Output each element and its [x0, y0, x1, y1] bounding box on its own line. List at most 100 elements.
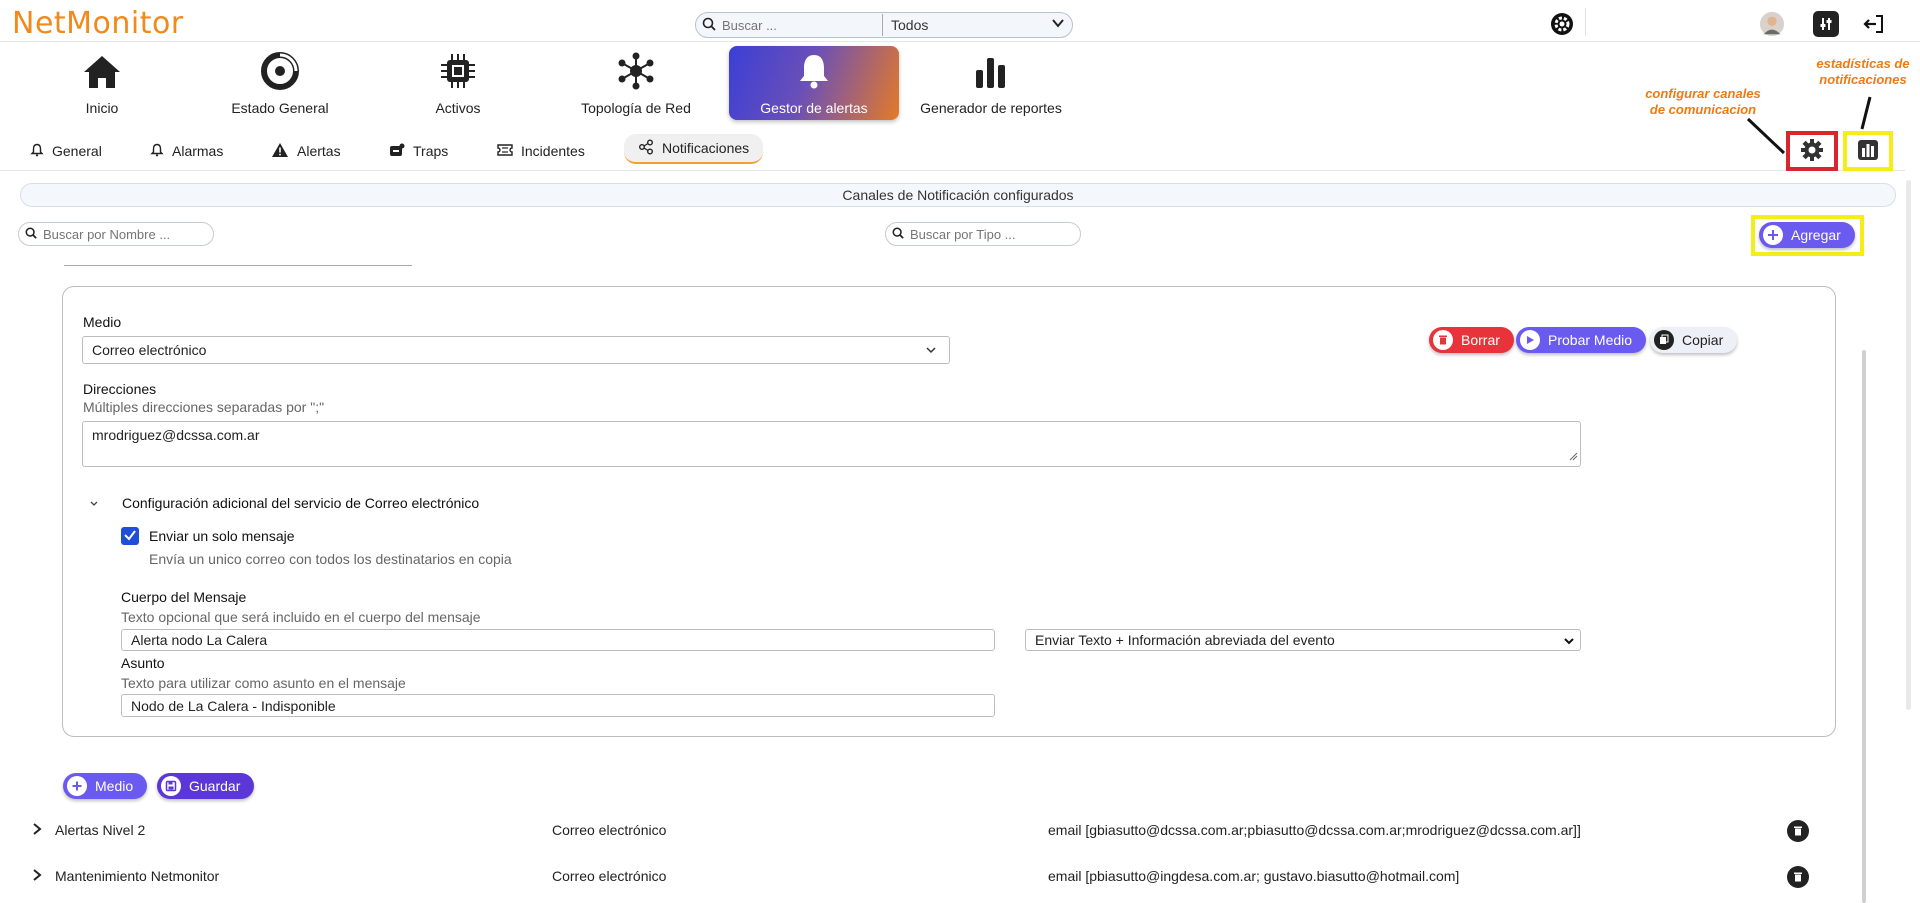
share-icon [638, 139, 654, 158]
channel-target: email [pbiasutto@ingdesa.com.ar; gustavo… [1048, 868, 1460, 884]
notification-stats-button[interactable] [1853, 139, 1883, 163]
trash-icon [1433, 330, 1453, 350]
direcciones-textarea[interactable]: mrodriguez@dcssa.com.ar [82, 421, 1581, 467]
top-bar: NetMonitor Todos [0, 0, 1920, 42]
avatar[interactable] [1759, 11, 1785, 37]
global-search-input[interactable] [722, 17, 882, 33]
nav-label: Inicio [85, 100, 119, 116]
annotation-stats: estadísticas de notificaciones [1816, 56, 1910, 87]
add-label: Agregar [1791, 227, 1841, 243]
single-message-checkbox[interactable] [121, 527, 139, 545]
save-button[interactable]: Guardar [157, 773, 255, 799]
nav-inicio[interactable]: Inicio [17, 46, 187, 120]
bar-chart-icon [906, 46, 1076, 90]
tab-alertas[interactable]: Alertas [271, 140, 341, 162]
chevron-down-icon[interactable] [1050, 15, 1066, 34]
channel-type: Correo electrónico [552, 868, 667, 884]
tab-label: Traps [413, 143, 449, 159]
body-mode-value: Enviar Texto + Información abreviada del… [1035, 632, 1335, 648]
configure-channels-button[interactable] [1797, 138, 1827, 165]
copy-icon [1654, 330, 1674, 350]
tab-label: Notificaciones [662, 140, 750, 156]
nav-label: Activos [435, 100, 481, 116]
network-topology-icon [551, 46, 721, 90]
search-by-name [18, 222, 214, 246]
chevron-right-icon[interactable] [31, 868, 43, 885]
add-medium-button[interactable]: Medio [63, 773, 148, 799]
search-scope-select[interactable]: Todos [882, 14, 1052, 36]
copy-button[interactable]: Copiar [1650, 327, 1738, 353]
table-row[interactable]: Mantenimiento Netmonitor Correo electrón… [0, 864, 1860, 888]
search-icon [19, 227, 43, 242]
bell-outline-icon [150, 143, 164, 160]
single-message-help: Envía un unico correo con todos los dest… [149, 551, 512, 567]
nav-label: Generador de reportes [920, 100, 1062, 116]
tab-notificaciones[interactable]: Notificaciones [624, 134, 764, 164]
trap-icon [389, 143, 405, 160]
trash-icon[interactable] [1787, 820, 1809, 842]
table-row[interactable]: Alertas Nivel 2 Correo electrónico email… [0, 818, 1860, 842]
warning-icon [271, 142, 289, 161]
tab-label: Incidentes [521, 143, 585, 159]
single-message-label: Enviar un solo mensaje [149, 528, 295, 544]
chevron-down-icon[interactable] [88, 498, 100, 513]
nav-activos[interactable]: Activos [373, 46, 543, 120]
body-mode-select[interactable]: Enviar Texto + Información abreviada del… [1025, 629, 1581, 651]
medio-select[interactable]: Correo electrónico [82, 336, 950, 364]
plus-circle-icon [67, 776, 87, 796]
checkmark-icon [123, 528, 137, 545]
nav-generador-reportes[interactable]: Generador de reportes [906, 46, 1076, 120]
tab-label: Alertas [297, 143, 341, 159]
ticket-icon [497, 143, 513, 159]
plus-circle-icon [1763, 225, 1783, 245]
medio-value: Correo electrónico [92, 342, 207, 358]
search-icon [696, 17, 722, 34]
nav-label: Topología de Red [581, 100, 691, 116]
chevron-right-icon[interactable] [31, 822, 43, 839]
trash-icon[interactable] [1787, 866, 1809, 888]
tab-traps[interactable]: Traps [389, 140, 448, 162]
settings-icon[interactable] [1549, 11, 1575, 37]
chevron-down-icon [925, 343, 937, 359]
channel-target: email [gbiasutto@dcssa.com.ar;pbiasutto@… [1048, 822, 1581, 838]
channel-name: Mantenimiento Netmonitor [55, 868, 220, 884]
nav-label: Gestor de alertas [760, 100, 868, 116]
tabs-divider [0, 170, 1905, 171]
test-label: Probar Medio [1548, 332, 1633, 348]
global-search: Todos [695, 12, 1073, 38]
chip-icon [373, 46, 543, 90]
bell-outline-icon [30, 143, 44, 160]
search-by-name-input[interactable] [43, 226, 203, 242]
nav-gestor-alertas[interactable]: Gestor de alertas [729, 46, 899, 120]
tab-general[interactable]: General [30, 140, 102, 162]
channel-name: Alertas Nivel 2 [55, 822, 146, 838]
divider [64, 265, 412, 266]
tab-label: General [52, 143, 102, 159]
tab-incidentes[interactable]: Incidentes [497, 140, 585, 162]
tools-icon[interactable] [1813, 11, 1839, 37]
direcciones-label: Direcciones [83, 381, 157, 397]
page-scrollbar[interactable] [1906, 180, 1911, 710]
body-label: Cuerpo del Mensaje [121, 589, 247, 605]
logout-icon[interactable] [1861, 11, 1887, 37]
search-by-type-input[interactable] [910, 226, 1070, 242]
nav-topologia[interactable]: Topología de Red [551, 46, 721, 120]
section-title: Canales de Notificación configurados [20, 183, 1896, 207]
tab-alarmas[interactable]: Alarmas [150, 140, 223, 162]
copy-label: Copiar [1682, 332, 1724, 348]
app-logo[interactable]: NetMonitor [12, 6, 184, 41]
direcciones-help: Múltiples direcciones separadas por ";" [83, 399, 325, 415]
gear-icon [1800, 138, 1824, 165]
delete-label: Borrar [1461, 332, 1500, 348]
add-medium-label: Medio [95, 778, 134, 794]
list-scrollbar[interactable] [1862, 350, 1866, 903]
extra-config-header[interactable]: Configuración adicional del servicio de … [122, 495, 479, 511]
subject-input[interactable]: Nodo de La Calera - Indisponible [121, 694, 995, 717]
nav-estado-general[interactable]: Estado General [195, 46, 365, 120]
test-medium-button[interactable]: Probar Medio [1516, 327, 1647, 353]
add-channel-button[interactable]: Agregar [1759, 222, 1855, 248]
body-input[interactable]: Alerta nodo La Calera [121, 629, 995, 651]
delete-button[interactable]: Borrar [1429, 327, 1514, 353]
resize-handle-icon[interactable] [1568, 448, 1578, 464]
subject-label: Asunto [121, 655, 165, 671]
